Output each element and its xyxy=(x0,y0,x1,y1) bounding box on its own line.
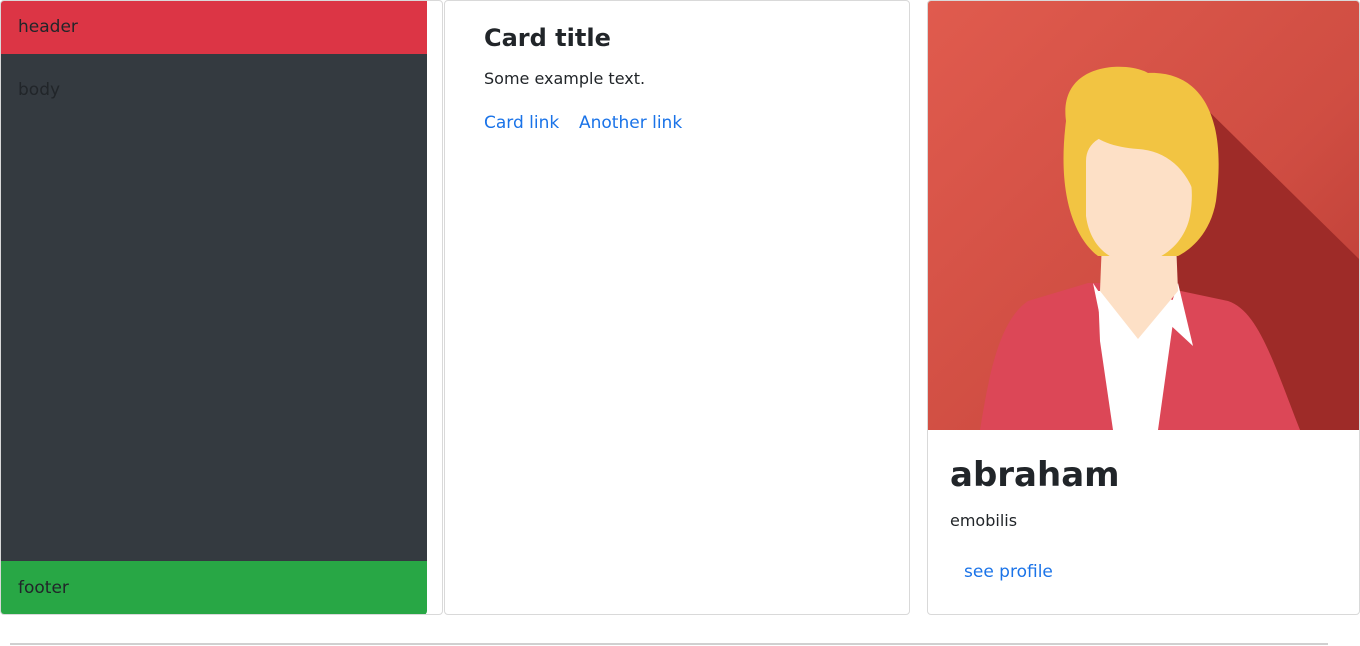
card-footer: footer xyxy=(1,561,427,614)
card-link[interactable]: Card link xyxy=(484,113,559,133)
card-footer-label: footer xyxy=(18,578,69,598)
profile-name: abraham xyxy=(950,455,1120,495)
card-text: Some example text. xyxy=(484,69,646,88)
card-title: Card title xyxy=(484,24,611,52)
layout-card: header body footer xyxy=(0,0,443,615)
woman-avatar-icon xyxy=(928,1,1359,430)
another-link[interactable]: Another link xyxy=(579,113,682,133)
layout-card-inner: header body footer xyxy=(1,1,427,614)
divider xyxy=(10,643,1328,645)
profile-card: abraham emobilis see profile xyxy=(927,0,1360,615)
card-body-label: body xyxy=(18,80,61,100)
profile-text: emobilis xyxy=(950,511,1018,530)
card-body: body xyxy=(1,54,427,561)
text-card: Card title Some example text. Card link … xyxy=(444,0,910,615)
card-header-label: header xyxy=(18,17,78,37)
see-profile-link[interactable]: see profile xyxy=(964,562,1053,582)
card-header: header xyxy=(1,1,427,54)
